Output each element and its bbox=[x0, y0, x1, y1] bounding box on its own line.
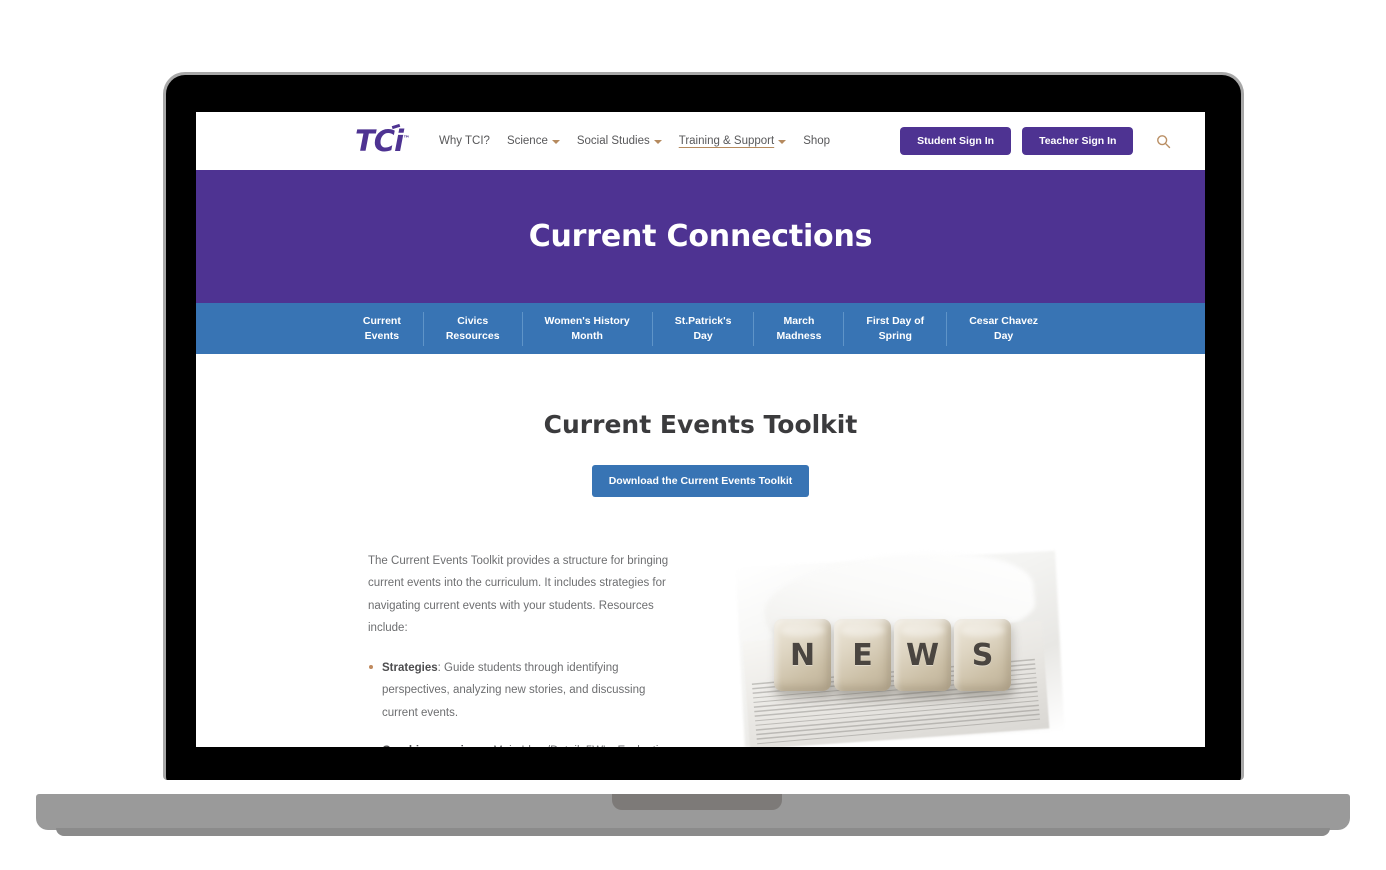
hero-title: Current Connections bbox=[528, 219, 873, 254]
list-item: Strategies: Guide students through ident… bbox=[368, 657, 678, 724]
hero-banner: Current Connections bbox=[196, 170, 1205, 303]
image-column: N E W S bbox=[720, 541, 1205, 747]
intro-paragraph: The Current Events Toolkit provides a st… bbox=[368, 555, 669, 635]
list-item-term: Graphic organizers bbox=[382, 745, 487, 747]
letter-block: W bbox=[894, 619, 951, 691]
logo-trademark: ™ bbox=[403, 133, 411, 142]
laptop-screen: TCi™ Why TCI? Science Social Studies Tra… bbox=[196, 112, 1205, 747]
page-title: Current Events Toolkit bbox=[543, 410, 858, 439]
chevron-down-icon bbox=[551, 140, 560, 144]
nav-item-shop[interactable]: Shop bbox=[803, 135, 830, 147]
letter-block: N bbox=[774, 619, 831, 691]
nav-label: Training & Support bbox=[678, 135, 775, 147]
nav-label: Why TCI? bbox=[439, 135, 490, 147]
page-body: Current Events Toolkit Download the Curr… bbox=[196, 354, 1205, 747]
block-letter: E bbox=[852, 637, 873, 673]
student-sign-in-button[interactable]: Student Sign In bbox=[900, 127, 1012, 155]
laptop-mockup: TCi™ Why TCI? Science Social Studies Tra… bbox=[0, 0, 1386, 870]
subnav-item-march-madness[interactable]: March Madness bbox=[753, 311, 843, 346]
subnav-item-st-patricks-day[interactable]: St.Patrick's Day bbox=[651, 311, 754, 346]
logo-text: TCi bbox=[355, 123, 404, 158]
tci-logo[interactable]: TCi™ bbox=[355, 123, 411, 158]
nav-item-why-tci[interactable]: Why TCI? bbox=[439, 135, 490, 147]
nav-item-training-support[interactable]: Training & Support bbox=[678, 135, 787, 147]
laptop-base-shadow bbox=[56, 828, 1330, 836]
list-item: Graphic organizers: Main Idea /Detail, 5… bbox=[368, 740, 678, 747]
photo-letter-blocks: N E W S bbox=[774, 619, 1011, 691]
chevron-down-icon bbox=[653, 140, 662, 144]
content-columns: The Current Events Toolkit provides a st… bbox=[196, 541, 1205, 747]
nav-label: Shop bbox=[803, 135, 831, 147]
letter-block: S bbox=[954, 619, 1011, 691]
subnav-item-current-events[interactable]: Current Events bbox=[341, 312, 423, 346]
header-actions: Student Sign In Teacher Sign In bbox=[900, 127, 1171, 155]
nav-label: Science bbox=[506, 135, 548, 147]
sub-navigation-items: Current Events Civics Resources Women's … bbox=[341, 311, 1060, 346]
teacher-sign-in-button[interactable]: Teacher Sign In bbox=[1022, 127, 1134, 155]
site-header: TCi™ Why TCI? Science Social Studies Tra… bbox=[196, 112, 1205, 170]
download-button-container: Download the Current Events Toolkit bbox=[196, 465, 1205, 497]
subnav-item-civics-resources[interactable]: Civics Resources bbox=[422, 311, 522, 346]
block-letter: N bbox=[789, 637, 816, 673]
laptop-base-notch bbox=[612, 794, 782, 810]
block-letter: S bbox=[971, 637, 994, 673]
block-letter: W bbox=[905, 637, 940, 673]
chevron-down-icon bbox=[778, 140, 787, 144]
download-toolkit-button[interactable]: Download the Current Events Toolkit bbox=[591, 465, 810, 497]
subnav-item-womens-history-month[interactable]: Women's History Month bbox=[521, 311, 652, 346]
letter-block: E bbox=[834, 619, 891, 691]
text-column: The Current Events Toolkit provides a st… bbox=[368, 550, 678, 747]
list-item-term: Strategies bbox=[382, 661, 438, 674]
main-navigation: Why TCI? Science Social Studies Training… bbox=[439, 135, 830, 147]
subnav-item-cesar-chavez-day[interactable]: Cesar Chavez Day bbox=[946, 311, 1060, 346]
search-icon[interactable] bbox=[1156, 134, 1171, 149]
subnav-item-first-day-of-spring[interactable]: First Day of Spring bbox=[843, 311, 946, 346]
news-blocks-photo: N E W S bbox=[735, 541, 1066, 747]
nav-item-science[interactable]: Science bbox=[507, 135, 560, 147]
resources-list: Strategies: Guide students through ident… bbox=[368, 657, 678, 747]
nav-item-social-studies[interactable]: Social Studies bbox=[577, 135, 662, 147]
sub-navigation-bar: Current Events Civics Resources Women's … bbox=[196, 303, 1205, 354]
nav-label: Social Studies bbox=[576, 135, 650, 147]
